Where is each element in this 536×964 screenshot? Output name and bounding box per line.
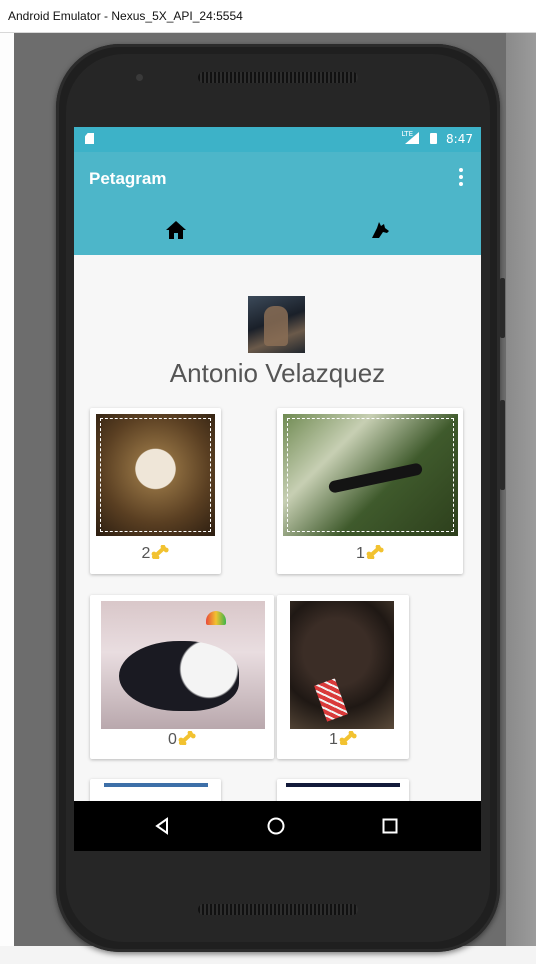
battery-icon <box>430 133 437 144</box>
bone-icon <box>152 545 170 559</box>
like-count: 1 <box>277 545 463 563</box>
tab-pet[interactable] <box>278 204 481 255</box>
back-icon <box>155 817 168 835</box>
network-type: LTE <box>401 130 413 138</box>
like-count-value: 0 <box>168 731 177 748</box>
bone-icon <box>339 731 357 745</box>
tab-bar <box>74 204 481 255</box>
nav-back-button[interactable] <box>132 801 192 851</box>
app-toolbar: Petagram <box>74 152 481 204</box>
dog-icon <box>371 221 389 238</box>
home-circle-icon <box>267 817 285 835</box>
nav-home-button[interactable] <box>246 801 306 851</box>
overflow-menu-icon[interactable] <box>456 168 466 188</box>
sd-card-icon <box>85 133 94 144</box>
window-left-edge <box>0 33 14 964</box>
bone-icon <box>178 731 196 745</box>
recents-icon <box>382 818 398 834</box>
top-speaker <box>198 72 358 83</box>
status-time: 8:47 <box>446 132 473 146</box>
pet-card[interactable]: 1 <box>277 595 409 759</box>
pet-photo-partial <box>286 783 400 787</box>
bottom-speaker <box>198 904 358 915</box>
caterpillar-photo <box>283 414 458 536</box>
window-right-edge <box>506 33 536 964</box>
bulldog-photo <box>96 414 215 536</box>
nav-recents-button[interactable] <box>360 801 420 851</box>
like-count: 0 <box>90 731 274 749</box>
like-count-value: 1 <box>356 545 365 562</box>
home-icon <box>165 220 186 239</box>
status-bar: LTE 8:47 <box>74 127 481 152</box>
profile-content: Antonio Velazquez 2 1 0 1 <box>74 255 481 809</box>
app-title: Petagram <box>89 169 167 188</box>
device-screen: LTE 8:47 Petagram Antonio Velazquez 2 1 … <box>74 127 481 851</box>
like-count: 2 <box>90 545 221 563</box>
like-count-value: 2 <box>141 545 151 562</box>
pet-card[interactable]: 1 <box>277 408 463 574</box>
pet-card[interactable]: 0 <box>90 595 274 759</box>
poodle-photo <box>290 601 394 729</box>
volume-button[interactable] <box>500 400 505 490</box>
tab-home[interactable] <box>74 204 277 255</box>
pet-photo-partial <box>104 783 208 787</box>
guinea-pig-photo <box>101 601 265 729</box>
profile-avatar[interactable] <box>248 296 305 353</box>
window-title: Android Emulator - Nexus_5X_API_24:5554 <box>8 9 243 23</box>
system-nav-bar <box>74 801 481 851</box>
like-count: 1 <box>277 731 409 749</box>
bone-icon <box>366 545 384 559</box>
pet-card[interactable]: 2 <box>90 408 221 574</box>
profile-name: Antonio Velazquez <box>169 358 386 388</box>
front-camera <box>136 74 143 81</box>
power-button[interactable] <box>500 278 505 338</box>
like-count-value: 1 <box>329 731 338 748</box>
emulator-titlebar: Android Emulator - Nexus_5X_API_24:5554 <box>0 0 536 33</box>
